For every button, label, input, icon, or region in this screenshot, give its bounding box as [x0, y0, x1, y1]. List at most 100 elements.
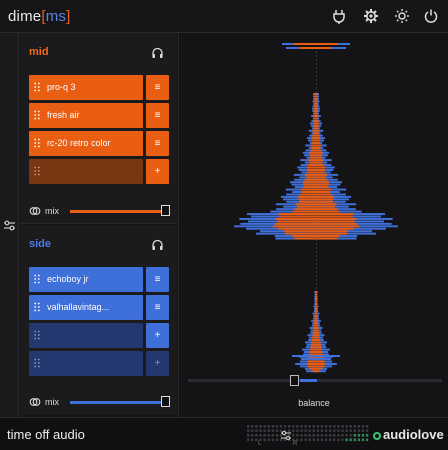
mid-slot-4-add-button[interactable]: +	[146, 159, 169, 184]
mid-title: mid	[29, 46, 49, 58]
menu-icon: ≡	[154, 82, 161, 93]
meter-cell	[247, 425, 250, 428]
viz-bar	[302, 181, 330, 184]
brightness-icon[interactable]	[394, 8, 410, 24]
drag-handle-icon[interactable]	[34, 358, 40, 368]
viz-bar	[312, 331, 320, 334]
meter-cell	[337, 438, 340, 442]
viz-bar	[275, 217, 357, 220]
viz-bar	[313, 322, 319, 325]
side-slot-3-empty[interactable]	[29, 323, 143, 348]
meter-cell	[312, 438, 315, 442]
viz-bar	[315, 291, 317, 293]
viz-bar	[312, 142, 320, 144]
drag-handle-icon[interactable]	[34, 166, 40, 176]
mid-slot-3[interactable]: rc-20 retro color	[29, 131, 143, 156]
meter-cell	[316, 434, 320, 437]
meter-cell	[247, 438, 250, 442]
side-title: side	[29, 238, 52, 250]
side-slot-2[interactable]: valhallavintag...	[29, 295, 143, 320]
power-icon[interactable]	[423, 8, 439, 24]
balance-knob[interactable]	[290, 375, 299, 386]
meter-cell	[324, 438, 328, 442]
mid-mix-slider[interactable]	[70, 210, 162, 213]
gear-icon[interactable]	[363, 8, 379, 24]
plugin-name: echoboy jr	[47, 274, 89, 284]
viz-bar	[294, 208, 338, 211]
meter-cell	[341, 429, 344, 433]
viz-bar	[315, 303, 317, 305]
drag-handle-icon[interactable]	[34, 274, 40, 284]
mid-slot-1-menu-button[interactable]: ≡	[146, 75, 169, 100]
side-slot-4-empty[interactable]	[29, 351, 143, 376]
side-slot-1[interactable]: echoboy jr	[29, 267, 143, 292]
mix-icon	[29, 207, 41, 215]
headphones-icon[interactable]	[151, 46, 164, 59]
drag-handle-icon[interactable]	[34, 138, 40, 148]
meter-cell	[275, 434, 279, 437]
meter-cell	[247, 434, 250, 437]
viz-bar	[313, 124, 319, 127]
mid-slot-4-empty[interactable]	[29, 159, 143, 184]
side-slot-1-menu-button[interactable]: ≡	[146, 267, 169, 292]
viz-bar	[292, 355, 340, 357]
mid-slot-3-menu-button[interactable]: ≡	[146, 131, 169, 156]
meter-cell	[255, 434, 258, 437]
side-slot-4-add-button[interactable]: +	[146, 351, 169, 376]
meter-cell	[267, 438, 270, 442]
meter-cell	[341, 438, 344, 442]
viz-bar	[298, 195, 334, 198]
drag-handle-icon[interactable]	[34, 110, 40, 120]
mid-mix-row: mix	[29, 205, 172, 219]
headphones-icon[interactable]	[151, 238, 164, 251]
meter-cell	[357, 434, 361, 437]
meter-cell	[357, 438, 361, 442]
mid-mix-knob[interactable]	[161, 205, 170, 216]
viz-bar	[304, 173, 328, 176]
side-slot-2-menu-button[interactable]: ≡	[146, 295, 169, 320]
side-mix-knob[interactable]	[161, 396, 170, 407]
sliders-icon[interactable]	[3, 219, 16, 232]
viz-bar	[304, 178, 328, 181]
viz-bar	[311, 137, 321, 140]
meter-cell	[345, 438, 348, 442]
side-mix-slider[interactable]	[70, 401, 162, 404]
brand-name: time off audio	[7, 427, 85, 442]
viz-bar	[313, 122, 319, 125]
meter-cell	[251, 429, 254, 433]
drag-handle-icon[interactable]	[34, 82, 40, 92]
viz-bar	[292, 235, 340, 238]
viz-bar	[314, 102, 318, 105]
meter-cell	[320, 425, 324, 428]
side-section: side echoboy jr ≡ valhallavintag... ≡ + …	[20, 225, 177, 415]
viz-bar	[295, 203, 337, 206]
viz-bar	[312, 336, 320, 339]
mid-slot-1[interactable]: pro-q 3	[29, 75, 143, 100]
meter-cell	[329, 429, 332, 433]
viz-bar	[312, 334, 320, 337]
viz-bar	[314, 105, 318, 108]
side-slot-3-add-button[interactable]: +	[146, 323, 169, 348]
drag-handle-icon[interactable]	[34, 302, 40, 312]
viz-bar	[307, 171, 325, 174]
viz-bar	[277, 220, 355, 223]
drag-handle-icon[interactable]	[34, 330, 40, 340]
viz-bar	[306, 168, 326, 171]
meter-cell	[361, 438, 365, 442]
viz-bar	[310, 348, 322, 351]
meter-cell	[361, 425, 365, 428]
mid-slot-2[interactable]: fresh air	[29, 103, 143, 128]
meter-cell	[329, 425, 332, 428]
viz-bar	[314, 317, 318, 320]
viz-bar	[294, 43, 338, 45]
sliders-icon[interactable]	[280, 430, 292, 441]
plug-icon[interactable]	[331, 8, 347, 24]
meter-cell	[263, 429, 266, 433]
viz-bar	[310, 149, 322, 152]
mid-slot-2-menu-button[interactable]: ≡	[146, 103, 169, 128]
viz-bar	[315, 305, 317, 308]
viz-bar	[312, 129, 320, 132]
viz-bar	[313, 324, 319, 327]
meter-cell	[251, 434, 254, 437]
meter-cell	[357, 425, 361, 428]
